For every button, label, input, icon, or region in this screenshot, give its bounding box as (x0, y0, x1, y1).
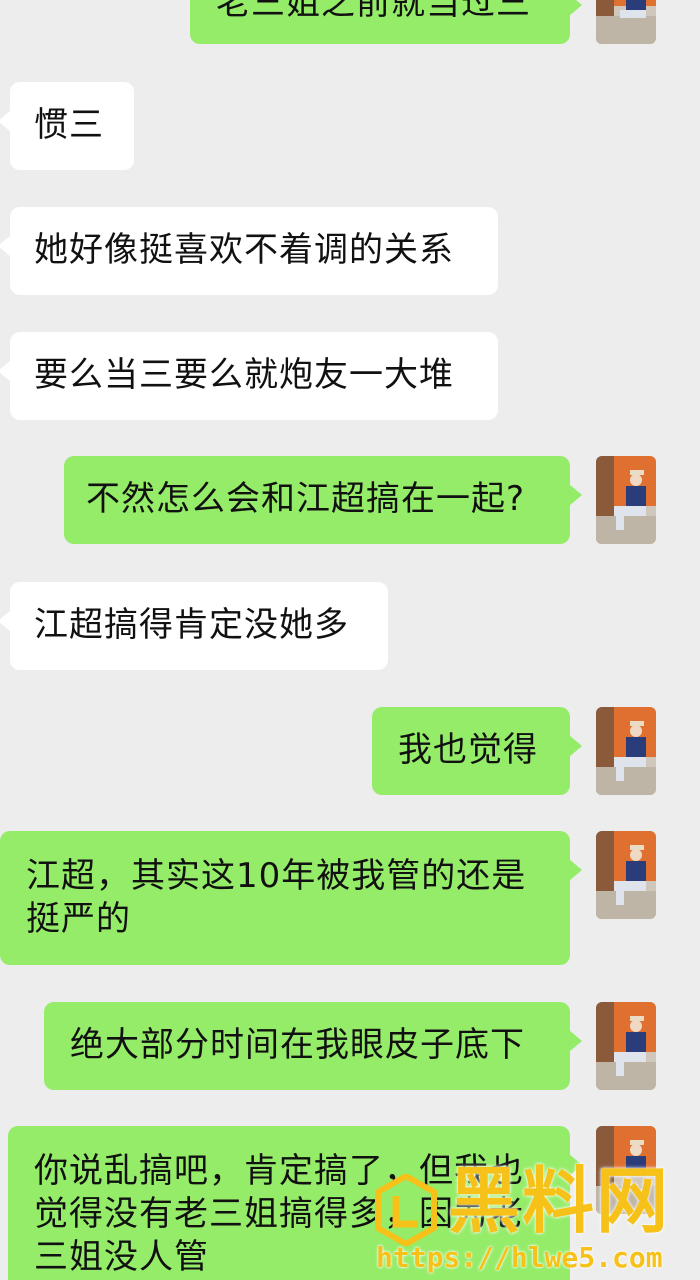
avatar-photo-icon (596, 1002, 656, 1090)
avatar-photo-icon (596, 707, 656, 795)
avatar[interactable] (596, 0, 656, 44)
message-bubble-outgoing[interactable]: 不然怎么会和江超搞在一起? (64, 456, 582, 544)
avatar-photo-icon (596, 456, 656, 544)
message-bubble-incoming[interactable]: 要么当三要么就炮友一大堆 (0, 332, 498, 420)
watermark-logo-icon (375, 1174, 437, 1246)
avatar-photo-icon (596, 831, 656, 919)
watermark-brand: 黑料网 (448, 1159, 671, 1243)
avatar[interactable] (596, 456, 656, 544)
message-bubble-incoming[interactable]: 她好像挺喜欢不着调的关系 (0, 207, 498, 295)
watermark: 黑料网 https://hlwe5.com (372, 1158, 700, 1278)
avatar[interactable] (596, 707, 656, 795)
avatar[interactable] (596, 1002, 656, 1090)
message-bubble-incoming[interactable]: 江超搞得肯定没她多 (0, 582, 388, 670)
avatar-photo-icon (596, 0, 656, 44)
watermark-url: https://hlwe5.com (376, 1241, 663, 1274)
message-bubble-outgoing[interactable]: 我也觉得 (372, 707, 582, 795)
avatar[interactable] (596, 831, 656, 919)
message-bubble-outgoing[interactable]: 绝大部分时间在我眼皮子底下 (44, 1002, 582, 1090)
message-bubble-outgoing[interactable]: 江超，其实这10年被我管的还是挺严的 (0, 831, 582, 965)
message-bubble-outgoing[interactable]: 老三姐之前就当过三 (190, 0, 582, 44)
chat-view: 老三姐之前就当过三 惯三 她好像挺喜欢不着调的关系 要么当三要么就炮友一大堆 不… (0, 0, 700, 1280)
message-bubble-incoming[interactable]: 惯三 (0, 82, 134, 170)
